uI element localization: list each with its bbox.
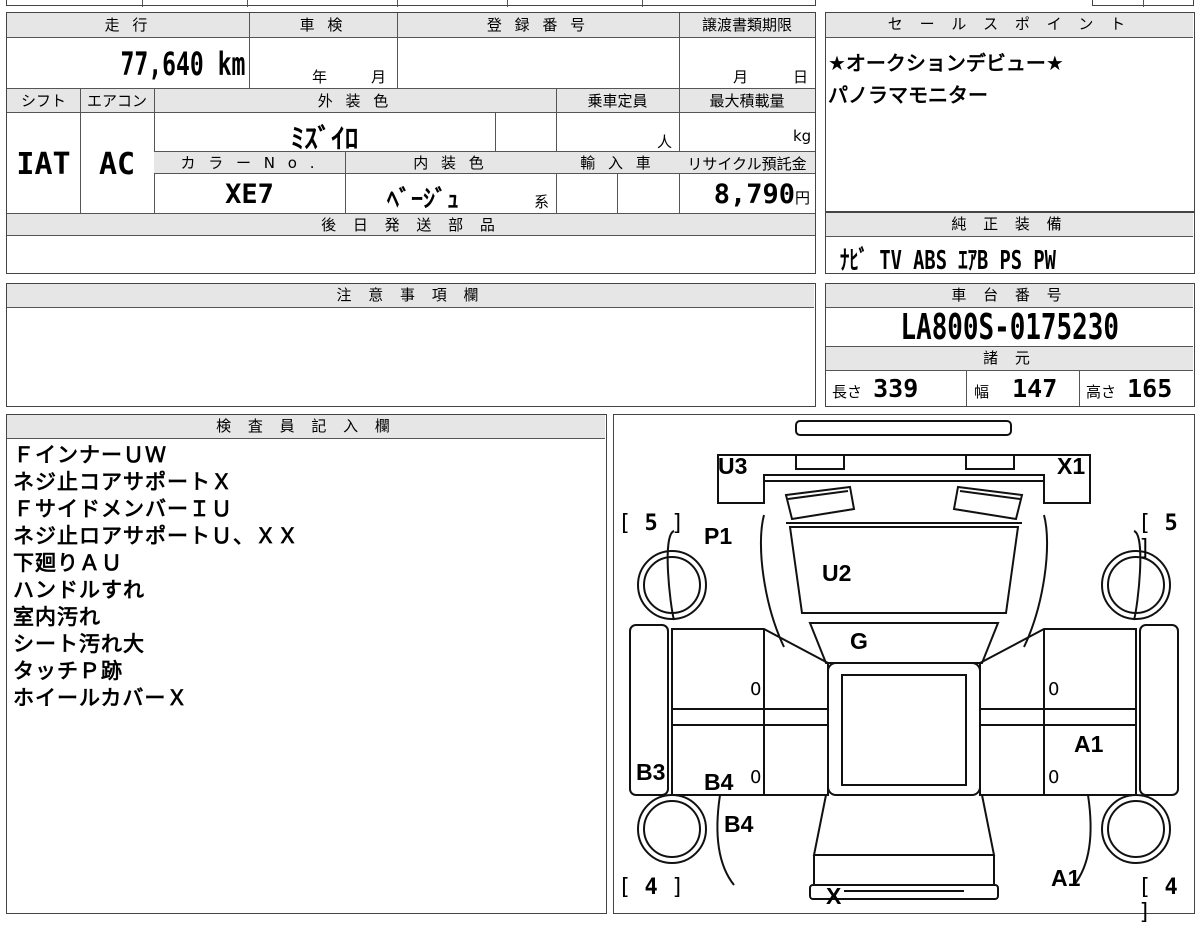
inspector-line: ＦサイドメンバーＩＵ	[13, 497, 233, 521]
car-diagram-box: U3 X1 P1 U2 G A1 B3 B4 B4 A1 X 0 0 0 0 […	[613, 414, 1195, 925]
mileage-label: 走 行	[104, 16, 152, 34]
diag-label-x1: X1	[1057, 453, 1086, 479]
height-spec: 高さ 165	[1086, 374, 1173, 403]
length-spec: 長さ 339	[832, 374, 919, 403]
tire-front-right: [ 5 ]	[1138, 511, 1178, 561]
door-grade-1: 0	[750, 679, 762, 700]
specs-header: 諸 元	[826, 347, 1193, 371]
recycle-label: リサイクル預託金	[687, 155, 807, 173]
width-spec: 幅 147	[974, 374, 1058, 403]
diag-label-b3: B3	[636, 759, 666, 785]
diag-label-a1-bottom: A1	[1051, 865, 1081, 891]
sales-point-line-1: ★オークションデビュー★	[828, 51, 1064, 75]
ext-color-label: 外 装 色	[317, 92, 393, 110]
diag-label-a1-mid: A1	[1074, 731, 1104, 757]
diag-label-x-bottom: X	[826, 883, 842, 909]
inspector-line: ホイールカバーＸ	[13, 686, 189, 710]
vehicle-info-table: 走 行 車 検 登 録 番 号 譲渡書類期限 77,640 km 年 月 月 日…	[6, 12, 816, 274]
tire-rear-right: [ 4 ]	[1138, 875, 1178, 925]
transfer-month: 月	[733, 68, 749, 86]
notes-box: 注 意 事 項 欄	[6, 283, 816, 407]
door-grade-2: 0	[1048, 679, 1060, 700]
tire-rear-left: [ 4 ]	[618, 875, 685, 900]
diag-label-b4-a: B4	[704, 769, 734, 795]
ac-label: エアコン	[86, 92, 147, 110]
color-no-value: XE7	[225, 179, 274, 210]
inspector-line: 下廻りＡＵ	[13, 551, 123, 575]
chassis-header: 車 台 番 号	[826, 284, 1193, 308]
genuine-equipment-header: 純 正 装 備	[826, 213, 1193, 237]
mileage-value: 77,640 km	[120, 45, 245, 83]
inspector-header: 検 査 員 記 入 欄	[7, 415, 605, 439]
registration-label: 登 録 番 号	[486, 16, 590, 34]
later-parts-header: 後 日 発 送 部 品	[7, 214, 815, 236]
sales-point-header: セ ー ル ス ポ イ ン ト	[826, 13, 1193, 38]
inspector-notes: ＦインナーＵＷ ネジ止コアサポートＸ ＦサイドメンバーＩＵ ネジ止ロアサポートＵ…	[13, 442, 299, 712]
transfer-deadline-label: 譲渡書類期限	[701, 16, 792, 34]
notes-header: 注 意 事 項 欄	[7, 284, 814, 308]
int-color-label: 内 装 色	[413, 154, 488, 172]
inspector-line: ＦインナーＵＷ	[13, 443, 167, 467]
car-body-diagram	[629, 420, 1179, 900]
chassis-number: LA800S-0175230	[900, 307, 1119, 348]
ac-value: AC	[98, 147, 136, 182]
diag-label-b4-b: B4	[724, 811, 754, 837]
diag-label-p1: P1	[704, 523, 733, 549]
inspector-line: シート汚れ大	[13, 632, 145, 656]
top-cropped-row	[6, 0, 816, 7]
shift-value: IAT	[16, 147, 71, 182]
door-grade-4: 0	[1048, 767, 1060, 788]
import-label: 輸 入 車	[580, 154, 655, 172]
shift-label: シフト	[20, 92, 66, 110]
tire-front-left: [ 5 ]	[618, 511, 685, 536]
inspector-line: ネジ止ロアサポートＵ、ＸＸ	[13, 524, 299, 548]
inspector-box: 検 査 員 記 入 欄 ＦインナーＵＷ ネジ止コアサポートＸ ＦサイドメンバーＩ…	[6, 414, 607, 914]
int-color-suffix: 系	[534, 193, 550, 211]
inspector-line: タッチＰ跡	[13, 659, 123, 683]
int-color-value: ﾍﾞｰｼﾞｭ	[387, 185, 459, 213]
inspector-line: 室内汚れ	[13, 605, 101, 629]
inspector-line: ネジ止コアサポートＸ	[13, 470, 233, 494]
transfer-day: 日	[793, 68, 809, 86]
color-no-label: カ ラ ー N o .	[180, 154, 319, 172]
capacity-label: 乗車定員	[587, 92, 648, 110]
diag-label-g: G	[850, 628, 868, 654]
sales-point-box: セ ー ル ス ポ イ ン ト ★オークションデビュー★ パノラマモニター	[825, 12, 1195, 212]
recycle-value: 8,790円	[713, 179, 810, 210]
chassis-box: 車 台 番 号 LA800S-0175230 諸 元 長さ 339 幅 147 …	[825, 283, 1195, 407]
genuine-equipment-value: ﾅﾋﾞ TV ABS ｴｱB PS PW	[840, 246, 1056, 276]
shaken-month: 月	[371, 68, 387, 86]
diag-label-u3: U3	[718, 453, 748, 479]
door-grade-3: 0	[750, 767, 762, 788]
capacity-unit: 人	[657, 133, 673, 151]
shaken-year: 年	[312, 68, 328, 86]
maxload-label: 最大積載量	[709, 92, 785, 110]
top-cropped-right	[1092, 0, 1194, 7]
shaken-label: 車 検	[299, 16, 347, 34]
inspector-line: ハンドルすれ	[13, 578, 145, 602]
sales-point-line-2: パノラマモニター	[828, 83, 988, 107]
maxload-unit: kg	[793, 127, 812, 145]
genuine-equipment-box: 純 正 装 備 ﾅﾋﾞ TV ABS ｴｱB PS PW	[825, 212, 1195, 276]
diag-label-u2: U2	[822, 560, 852, 586]
